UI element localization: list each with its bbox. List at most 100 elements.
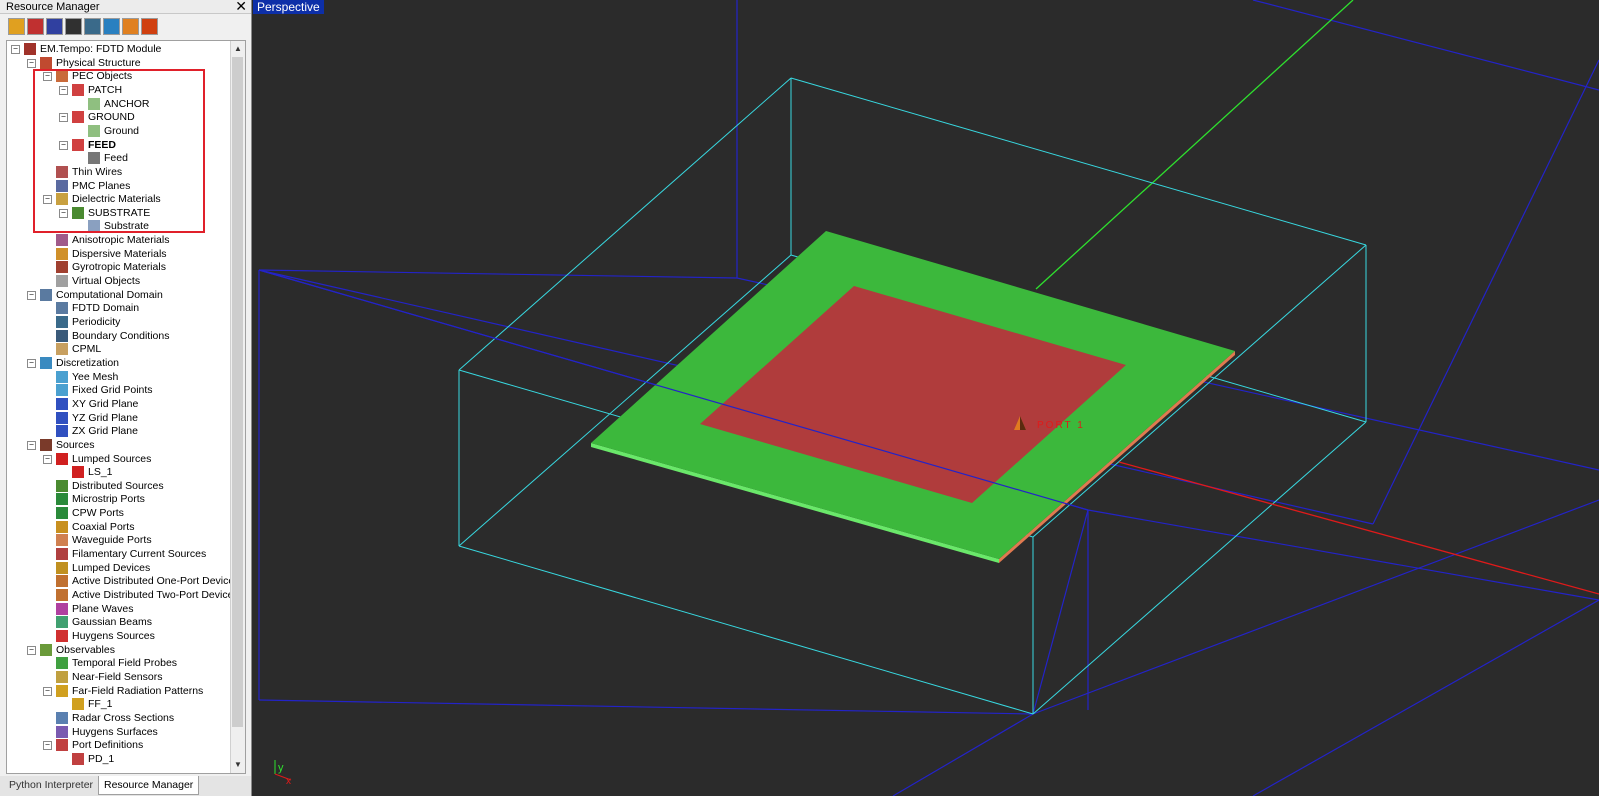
active-two-port-icon: [56, 589, 68, 601]
expand-toggle-icon[interactable]: −: [27, 58, 36, 68]
panel-title: Resource Manager ✕: [0, 0, 251, 14]
port-def-icon: [72, 752, 84, 765]
expand-toggle-icon[interactable]: −: [43, 72, 52, 82]
expand-toggle-icon[interactable]: −: [27, 440, 36, 450]
virtual-icon: [56, 275, 68, 288]
sources-icon: [40, 438, 52, 451]
axis-triad: y x: [274, 760, 292, 787]
scene-canvas[interactable]: PORT 1 y x: [253, 0, 1599, 796]
tree-item-label: Coaxial Ports: [72, 520, 135, 533]
group-icon: [72, 138, 84, 151]
view-mode-label[interactable]: Perspective: [253, 0, 324, 14]
expand-toggle-icon[interactable]: −: [27, 290, 36, 300]
resource-tree[interactable]: − EM.Tempo: FDTD Module − Physical Structur…: [6, 40, 246, 774]
waveguide-icon: [56, 534, 68, 547]
scroll-thumb[interactable]: [232, 57, 243, 727]
outer-edge: [1252, 0, 1599, 91]
mesh-icon: [40, 356, 52, 369]
tree-item-label: Feed: [104, 152, 128, 165]
lumped-source-icon: [72, 466, 84, 479]
tree-item-label: Substrate: [104, 220, 149, 233]
expand-toggle-icon[interactable]: −: [59, 208, 68, 218]
geometry-icon[interactable]: [84, 18, 101, 35]
materials-icon[interactable]: [27, 18, 44, 35]
tree-item-label: Filamentary Current Sources: [72, 548, 207, 561]
antenna-icon[interactable]: [141, 18, 158, 35]
transform-icon[interactable]: [122, 18, 139, 35]
tree-item-label: Dielectric Materials: [72, 193, 161, 206]
script-icon[interactable]: [8, 18, 25, 35]
tree-item-label: PATCH: [88, 83, 123, 96]
tree-item-label: Active Distributed Two-Port Devices: [72, 589, 239, 601]
filament-icon: [56, 548, 68, 561]
port-label: PORT 1: [1037, 420, 1085, 431]
tree-item-label: Observables: [56, 643, 115, 656]
tree-item-label: FDTD Domain: [72, 302, 140, 315]
tree-item-label: Plane Waves: [72, 602, 134, 615]
plane-wave-icon: [56, 602, 68, 615]
wizard-icon[interactable]: [103, 18, 120, 35]
tree-item-label: SUBSTRATE: [88, 206, 151, 219]
resource-manager-panel: Resource Manager ✕ − EM.Tempo: FDTD Modul…: [0, 0, 252, 796]
tree-item-label: Physical Structure: [56, 56, 141, 69]
tree-item-label: Active Distributed One-Port Devices: [72, 575, 240, 588]
expand-toggle-icon[interactable]: −: [27, 358, 36, 368]
expand-toggle-icon[interactable]: −: [43, 195, 52, 205]
tab-python-interpreter[interactable]: Python Interpreter: [4, 776, 98, 794]
tree-item-label: Huygens Sources: [72, 629, 155, 642]
gaussian-beam-icon: [56, 616, 68, 629]
observables-icon: [40, 643, 52, 656]
outer-edge: [258, 269, 738, 279]
line-icon: [88, 152, 100, 165]
tree-item-label: Yee Mesh: [72, 370, 119, 383]
cpw-icon: [56, 507, 68, 520]
tree-item-label: Sources: [56, 438, 95, 451]
3d-viewport[interactable]: PORT 1 y x Perspective: [253, 0, 1599, 796]
huygens-source-icon: [56, 629, 68, 642]
surface-icon: [88, 97, 100, 110]
tree-item-label: Port Definitions: [72, 739, 144, 752]
expand-toggle-icon[interactable]: −: [59, 140, 68, 150]
tree-item-label: Radar Cross Sections: [72, 711, 175, 724]
tree-item-label: Dispersive Materials: [72, 247, 167, 260]
outer-edge: [892, 713, 1034, 796]
far-field-icon: [56, 684, 68, 697]
tree-item-label: PD_1: [88, 752, 115, 765]
close-icon[interactable]: ✕: [235, 0, 247, 13]
outer-edge: [1372, 59, 1599, 525]
expand-toggle-icon[interactable]: −: [59, 85, 68, 95]
tree-item-label: Fixed Grid Points: [72, 384, 153, 397]
panel-tabs: Python Interpreter Resource Manager: [0, 776, 251, 796]
fdtd-domain-icon: [56, 302, 68, 315]
expand-toggle-icon[interactable]: −: [43, 686, 52, 696]
pmc-icon: [56, 179, 68, 192]
tree-scrollbar[interactable]: ▲ ▼: [230, 41, 245, 773]
axis-x-label: x: [286, 776, 291, 787]
probe-icon: [56, 657, 68, 670]
plot-icon[interactable]: [65, 18, 82, 35]
domain-icon: [40, 288, 52, 301]
tab-resource-manager[interactable]: Resource Manager: [98, 776, 200, 795]
tree-item-label: Microstrip Ports: [72, 493, 145, 506]
expand-toggle-icon[interactable]: −: [27, 645, 36, 655]
wire-icon: [56, 165, 68, 178]
inner-edge: [790, 77, 1367, 246]
outer-edge: [1032, 509, 1089, 715]
tree-item-label: Temporal Field Probes: [72, 657, 178, 670]
chart-icon[interactable]: [46, 18, 63, 35]
tree-item-label: YZ Grid Plane: [72, 411, 138, 424]
expand-toggle-icon[interactable]: −: [43, 741, 52, 751]
scroll-down-icon[interactable]: ▼: [232, 759, 244, 771]
tree-item-label: Waveguide Ports: [72, 534, 152, 547]
tree-item-label: Anisotropic Materials: [72, 234, 170, 247]
tree-item-label: Boundary Conditions: [72, 329, 170, 342]
panel-title-text: Resource Manager: [6, 1, 100, 13]
scroll-up-icon[interactable]: ▲: [232, 43, 244, 55]
outer-edge: [258, 699, 1034, 715]
expand-toggle-icon[interactable]: −: [43, 454, 52, 464]
sensor-icon: [56, 670, 68, 683]
tree-item-label: GROUND: [88, 111, 135, 124]
expand-toggle-icon[interactable]: −: [59, 113, 68, 123]
expand-toggle-icon[interactable]: −: [11, 45, 20, 54]
tree-item-label: XY Grid Plane: [72, 397, 139, 410]
